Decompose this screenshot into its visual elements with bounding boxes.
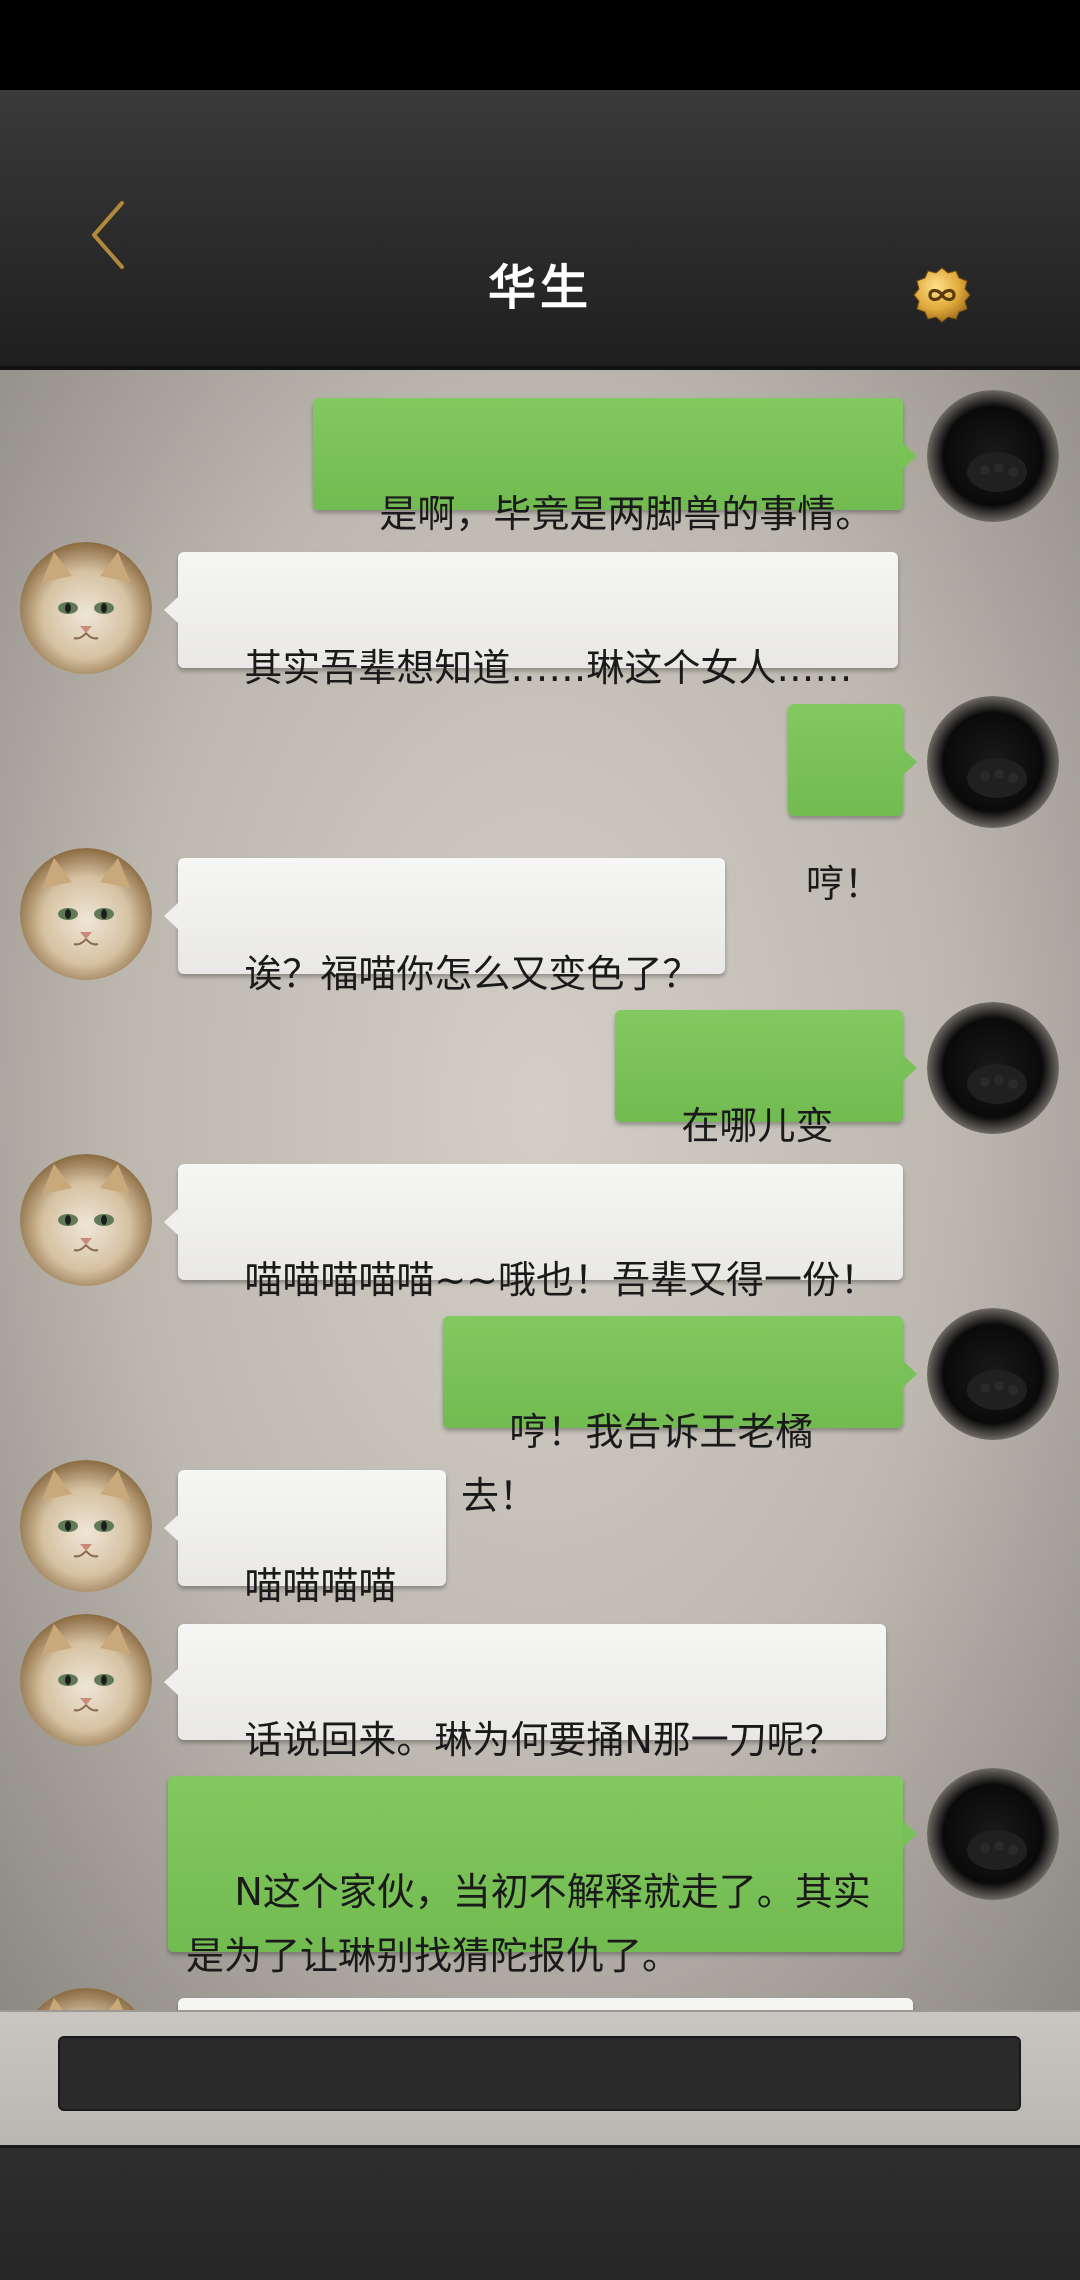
cream-cat-avatar[interactable]	[20, 542, 152, 674]
message-bubble-outgoing: 是啊，毕竟是两脚兽的事情。	[313, 398, 917, 536]
message-bubble-outgoing: 哼！我告诉王老橘去！	[443, 1316, 917, 1518]
message-bubble-outgoing: N这个家伙，当初不解释就走了。其实是为了让琳别找猜陀报仇了。	[168, 1776, 917, 1978]
message-bubble-outgoing: 哼！	[788, 704, 917, 906]
black-cat-avatar[interactable]	[927, 696, 1059, 828]
message-text: N这个家伙，当初不解释就走了。其实是为了让琳别找猜陀报仇了。	[186, 1870, 871, 1978]
bottom-bar	[0, 2145, 1080, 2280]
infinity-coin-icon	[913, 267, 971, 323]
message-bubble-outgoing: 在哪儿变的？	[615, 1010, 917, 1212]
cream-cat-avatar[interactable]	[20, 1988, 152, 2010]
black-cat-avatar[interactable]	[927, 1768, 1059, 1900]
message-text: 诶？福喵你怎么又变色了？	[244, 952, 701, 996]
message-text: 是啊，毕竟是两脚兽的事情。	[379, 492, 874, 536]
cream-cat-avatar[interactable]	[20, 1154, 152, 1286]
status-bar	[0, 0, 1080, 90]
message-bubble-incoming: 诶？福喵你怎么又变色了？	[164, 858, 725, 996]
message-text: 哼！	[806, 862, 883, 906]
message-text: 其实吾辈想知道……琳这个女人……	[244, 646, 853, 690]
message-bubble-incoming: 喵喵喵喵喵~~哦也！吾辈又得一份！	[164, 1164, 903, 1302]
message-text: 话说回来。琳为何要捅N那一刀呢？	[244, 1718, 843, 1762]
cream-cat-avatar[interactable]	[20, 1614, 152, 1746]
cream-cat-avatar[interactable]	[20, 1460, 152, 1592]
chat-area[interactable]: 是啊，毕竟是两脚兽的事情。 其实吾辈想知道……琳这个女人…… 哼！ 诶？福喵你怎…	[0, 370, 1080, 2010]
message-bubble-incoming	[178, 1998, 913, 2010]
black-cat-avatar[interactable]	[927, 390, 1059, 522]
coin-button[interactable]	[913, 266, 971, 324]
top-bar	[0, 90, 1080, 370]
message-bubble-incoming: 喵喵喵喵~！	[164, 1470, 446, 1672]
message-text: 哼！我告诉王老橘去！	[461, 1410, 814, 1518]
message-bubble-incoming: 话说回来。琳为何要捅N那一刀呢？	[164, 1624, 886, 1762]
cream-cat-avatar[interactable]	[20, 848, 152, 980]
black-cat-avatar[interactable]	[927, 1308, 1059, 1440]
message-input[interactable]	[58, 2036, 1021, 2111]
message-bubble-incoming: 其实吾辈想知道……琳这个女人……	[164, 552, 898, 690]
message-text: 喵喵喵喵喵~~哦也！吾辈又得一份！	[244, 1258, 879, 1302]
black-cat-avatar[interactable]	[927, 1002, 1059, 1134]
